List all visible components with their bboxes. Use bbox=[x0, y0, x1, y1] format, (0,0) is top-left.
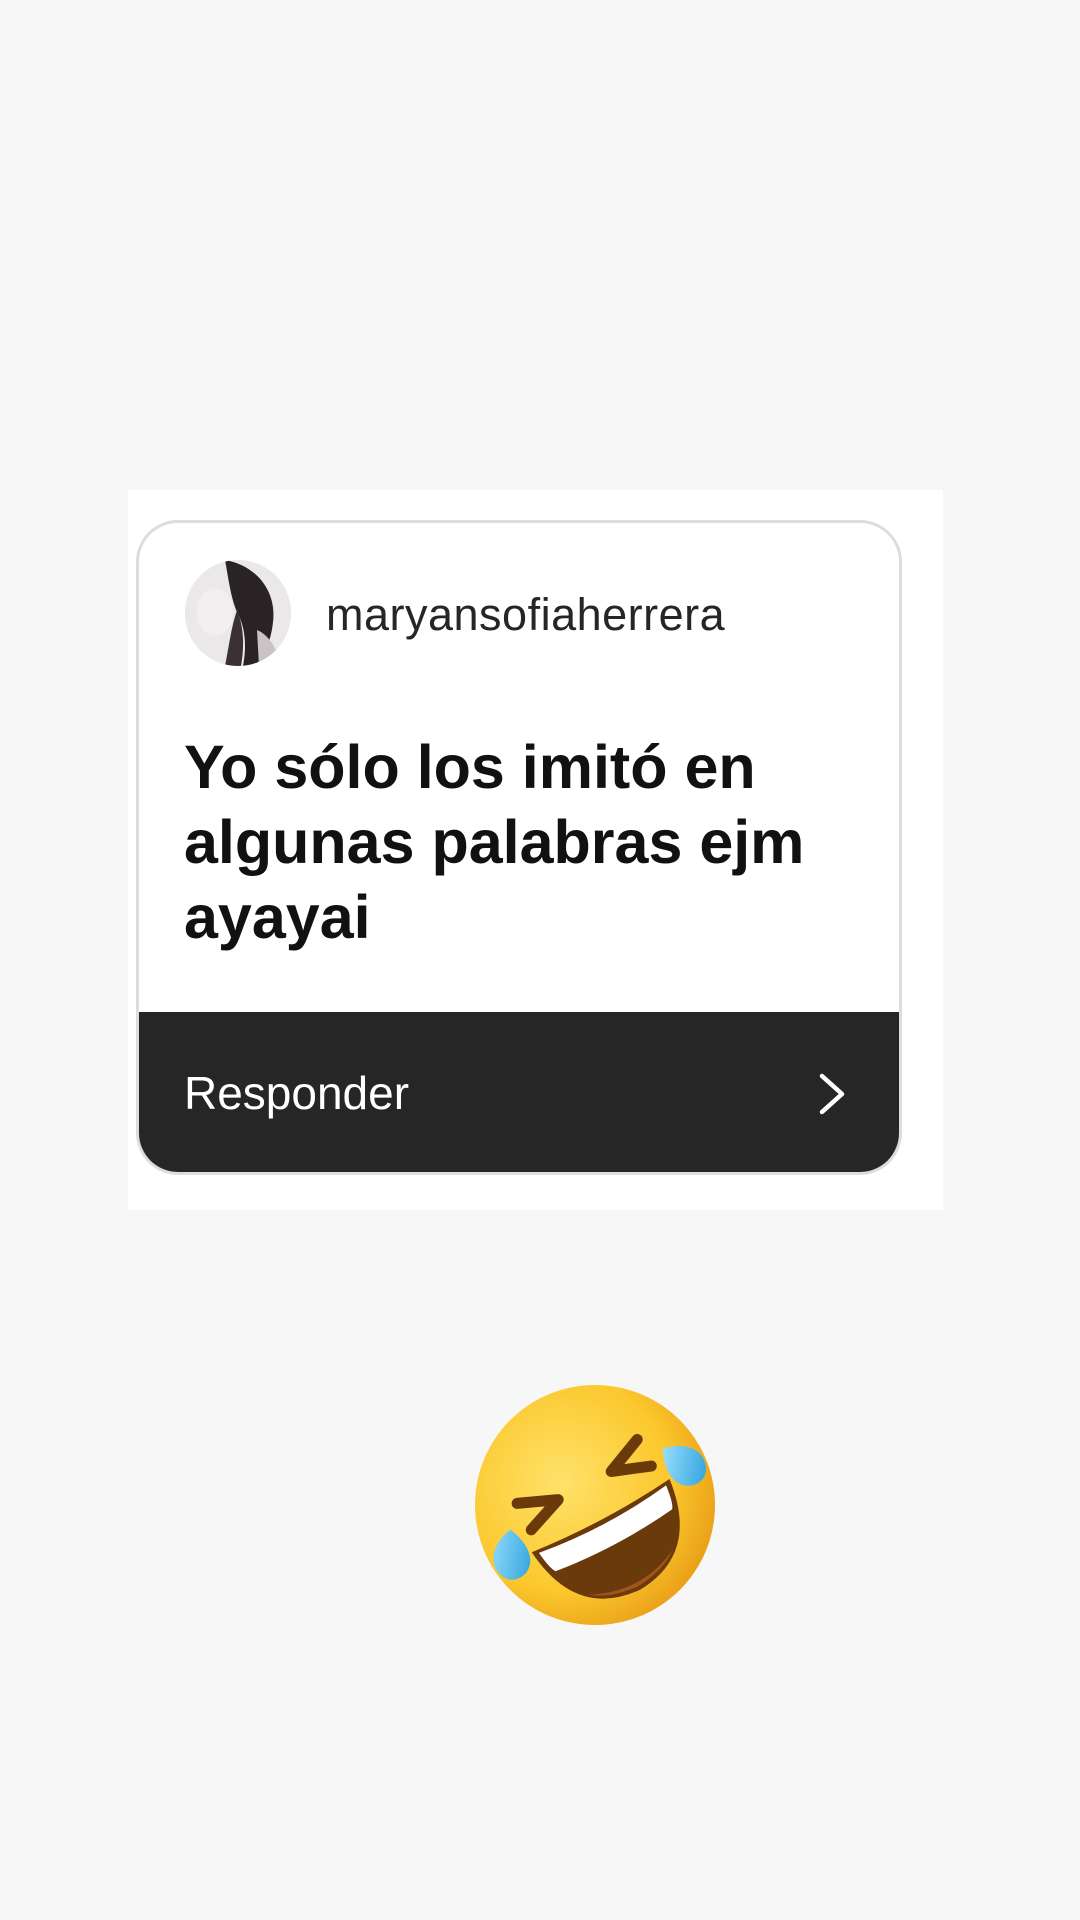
rolling-laughing-emoji[interactable] bbox=[465, 1375, 725, 1635]
reply-label: Responder bbox=[184, 1067, 410, 1119]
reply-button[interactable]: Responder bbox=[139, 1012, 899, 1172]
username[interactable]: maryansofiaherrera bbox=[326, 589, 725, 641]
avatar[interactable] bbox=[185, 560, 291, 666]
question-text: Yo sólo los imitó en algunas palabras ej… bbox=[184, 730, 864, 955]
question-line: algunas palabras ejm bbox=[184, 808, 805, 876]
question-line: Yo sólo los imitó en bbox=[184, 733, 756, 801]
chevron-right-icon bbox=[817, 1072, 847, 1116]
profile-photo-icon bbox=[185, 560, 291, 666]
rolling-on-the-floor-laughing-icon bbox=[475, 1385, 715, 1625]
question-line: ayayai bbox=[184, 883, 371, 951]
question-sticker[interactable]: maryansofiaherrera Yo sólo los imitó en … bbox=[136, 520, 902, 1175]
